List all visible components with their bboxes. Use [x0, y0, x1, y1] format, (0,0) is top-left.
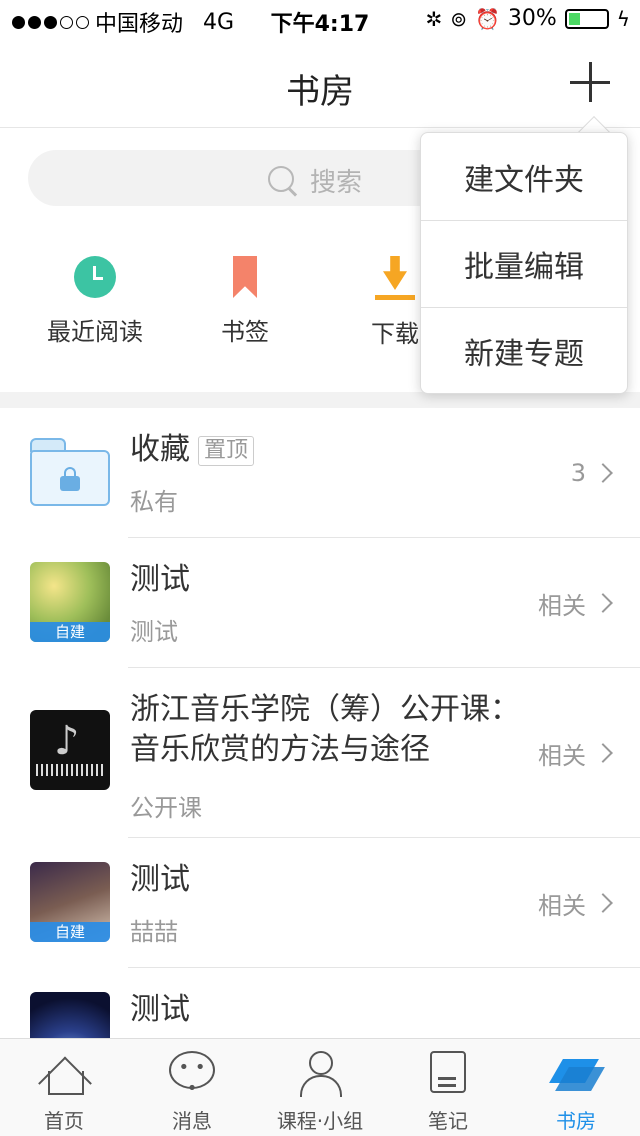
- item-right: 相关: [538, 538, 613, 668]
- tab-label: 书房: [556, 1109, 596, 1133]
- charging-bolt-icon: ϟ: [616, 6, 630, 31]
- bookmark-icon: [233, 256, 257, 298]
- tab-label: 首页: [44, 1109, 84, 1133]
- list-item[interactable]: 自建 测试 测试 相关: [0, 538, 640, 668]
- nav-bar: 书房: [0, 40, 640, 128]
- message-icon: [169, 1051, 215, 1099]
- related-label: 相关: [538, 741, 586, 770]
- item-title: 收藏 置顶: [130, 430, 255, 470]
- tab-study[interactable]: 书房: [512, 1039, 640, 1136]
- item-title: 测试: [130, 992, 190, 1027]
- tab-label: 课程·小组: [276, 1109, 364, 1133]
- chevron-right-icon: [593, 593, 613, 613]
- item-subtitle: 公开课: [130, 794, 202, 822]
- item-title: 浙江音乐学院（筹）公开课：音乐欣赏的方法与途径: [130, 692, 520, 767]
- list-item[interactable]: ♪ 浙江音乐学院（筹）公开课：音乐欣赏的方法与途径 公开课 相关: [0, 668, 640, 838]
- study-icon: [552, 1051, 600, 1095]
- tab-messages[interactable]: 消息: [128, 1039, 256, 1136]
- item-title: 测试: [130, 562, 190, 597]
- list-item[interactable]: 自建 测试 喆喆 相关: [0, 838, 640, 968]
- menu-item-new-folder[interactable]: 建文件夹: [421, 133, 627, 220]
- quick-bookmarks[interactable]: 书签: [170, 256, 320, 347]
- add-menu-popover: 建文件夹 批量编辑 新建专题: [420, 132, 628, 394]
- item-right: 3: [570, 408, 613, 538]
- related-label: 相关: [538, 891, 586, 920]
- self-made-tag: 自建: [30, 622, 110, 642]
- note-icon: [430, 1051, 466, 1093]
- chevron-right-icon: [593, 463, 613, 483]
- battery-icon: [564, 8, 609, 29]
- tab-bar: 首页 消息 课程·小组 笔记 书房: [0, 1038, 640, 1136]
- item-count: 3: [570, 459, 586, 487]
- cover-image: 自建: [30, 562, 110, 642]
- self-made-tag: 自建: [30, 922, 110, 942]
- person-icon: [296, 1051, 344, 1097]
- cover-image: ♪: [30, 710, 110, 790]
- quick-recent-reading[interactable]: 最近阅读: [20, 256, 170, 347]
- music-note-icon: ♪: [54, 718, 80, 764]
- status-right: ✲ ⊚ ⏰ 30% ϟ: [425, 6, 630, 31]
- bookshelf-list: 收藏 置顶 私有 3 自建 测试 测试 相关 ♪ 浙江音乐学院（筹）公开课：音乐欣…: [0, 408, 640, 1098]
- loading-spinner-icon: ✲: [425, 6, 443, 31]
- menu-item-new-topic[interactable]: 新建专题: [421, 307, 627, 394]
- tab-label: 笔记: [428, 1109, 468, 1133]
- quick-action-label: 最近阅读: [47, 318, 143, 346]
- item-right: 相关: [538, 668, 613, 838]
- download-icon: [373, 256, 417, 300]
- tab-home[interactable]: 首页: [0, 1039, 128, 1136]
- search-icon: [268, 165, 298, 196]
- tab-courses-groups[interactable]: 课程·小组: [256, 1039, 384, 1136]
- tab-label: 消息: [172, 1109, 212, 1133]
- chevron-right-icon: [593, 743, 613, 763]
- related-label: 相关: [538, 591, 586, 620]
- rotation-lock-icon: ⊚: [450, 6, 467, 31]
- item-title: 测试: [130, 862, 190, 897]
- clock-icon: [74, 256, 116, 298]
- item-right: 相关: [538, 838, 613, 968]
- plus-icon[interactable]: [570, 62, 610, 102]
- page-title: 书房: [286, 72, 354, 112]
- pin-badge: 置顶: [198, 435, 255, 466]
- list-item[interactable]: 收藏 置顶 私有 3: [0, 408, 640, 538]
- search-placeholder: 搜索: [310, 168, 363, 198]
- tab-notes[interactable]: 笔记: [384, 1039, 512, 1136]
- cover-image: 自建: [30, 862, 110, 942]
- alarm-icon: ⏰: [474, 6, 500, 31]
- quick-action-label: 书签: [221, 318, 269, 346]
- battery-percent: 30%: [507, 6, 557, 31]
- home-icon: [40, 1051, 88, 1095]
- menu-item-batch-edit[interactable]: 批量编辑: [421, 220, 627, 307]
- item-subtitle: 喆喆: [130, 918, 178, 946]
- item-subtitle: 私有: [130, 488, 178, 516]
- lock-folder-icon: [30, 432, 110, 512]
- item-subtitle: 测试: [130, 618, 178, 646]
- section-divider: [0, 392, 640, 408]
- chevron-right-icon: [593, 893, 613, 913]
- status-bar: 中国移动 4G 下午4:17 ✲ ⊚ ⏰ 30% ϟ: [0, 0, 640, 40]
